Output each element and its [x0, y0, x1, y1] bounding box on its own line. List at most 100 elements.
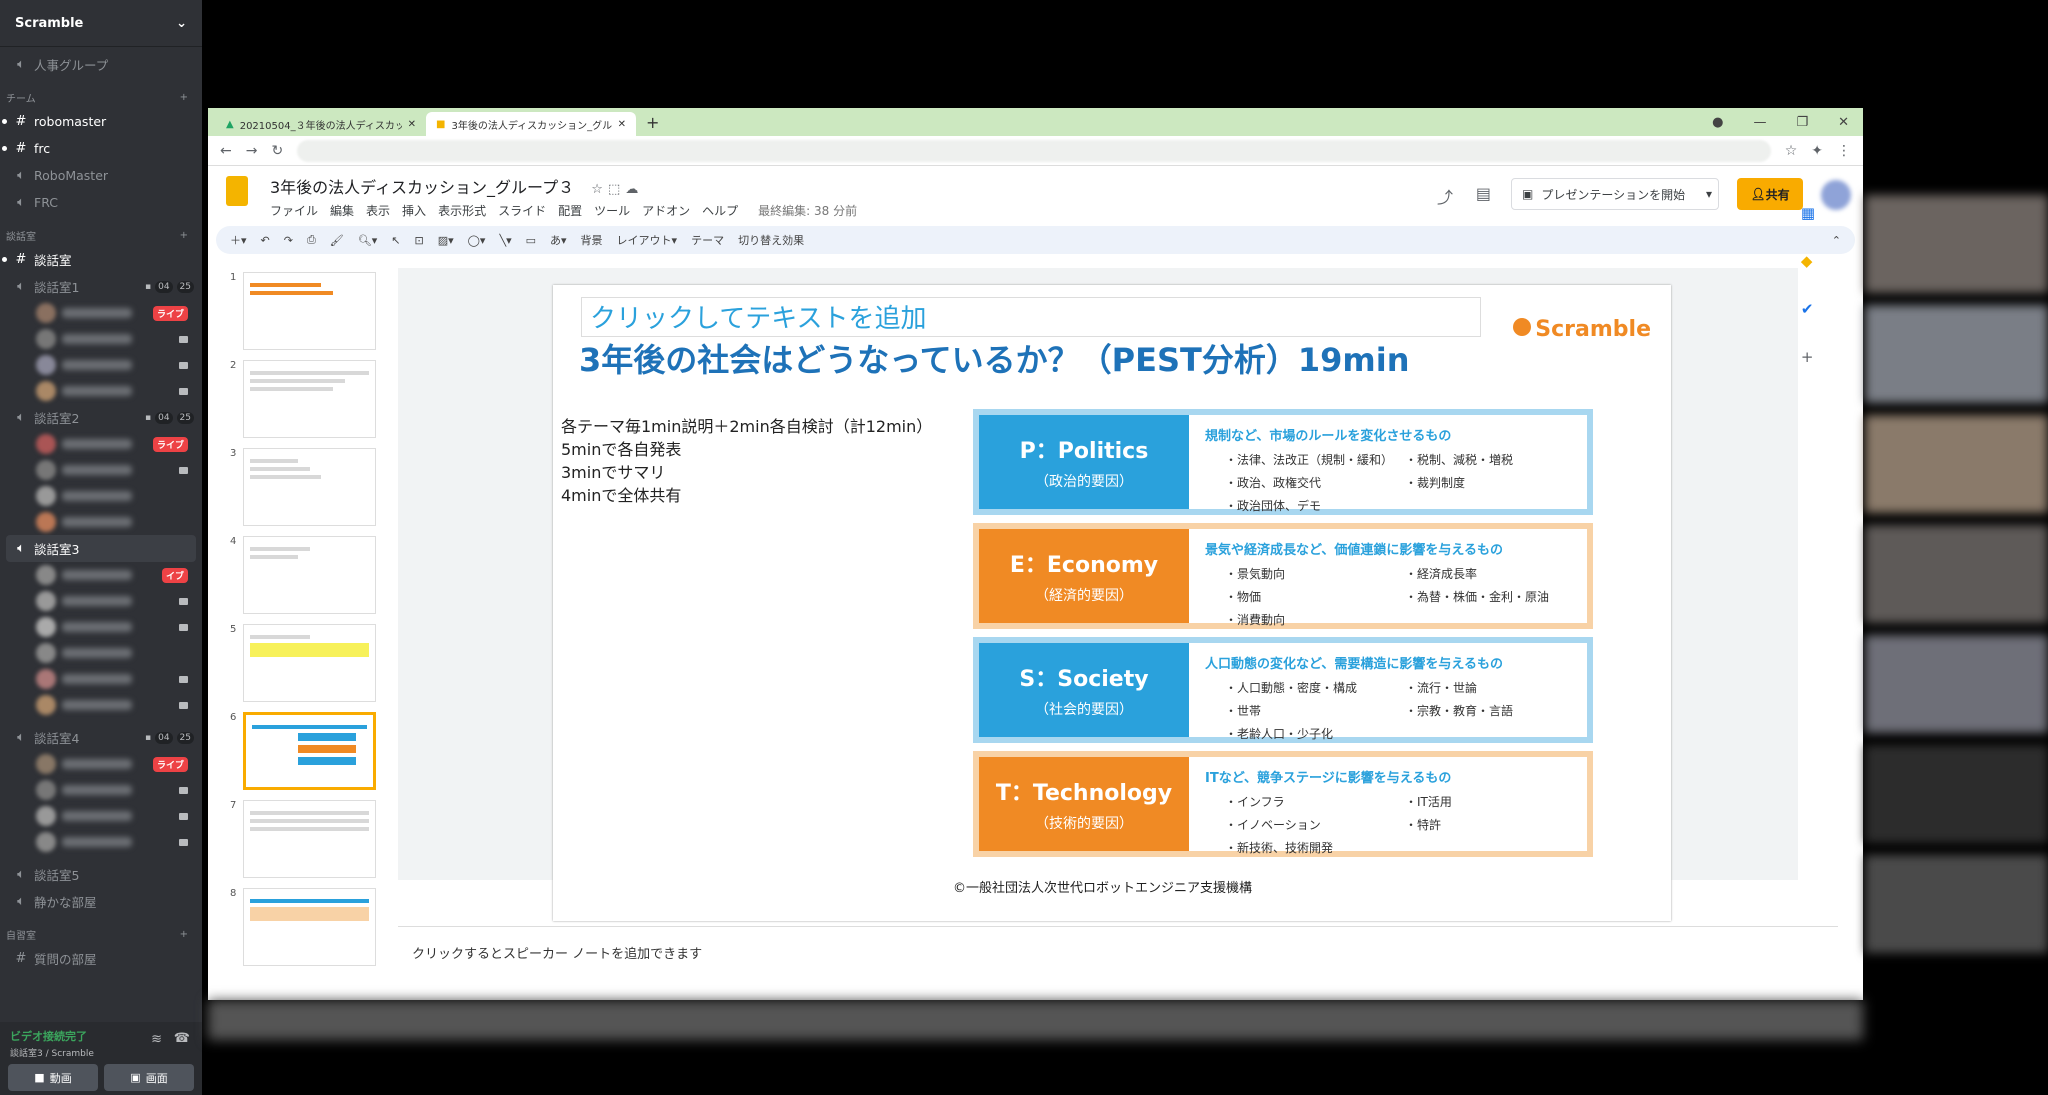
- category-team[interactable]: チーム +: [0, 86, 202, 108]
- voice-room-5[interactable]: 🔈︎ 談話室5: [0, 861, 202, 888]
- voice-user[interactable]: [0, 352, 202, 378]
- menu-edit[interactable]: 編集: [330, 202, 354, 219]
- paint-format-icon[interactable]: 🖌︎: [330, 234, 344, 247]
- menu-view[interactable]: 表示: [366, 202, 390, 219]
- undo-icon[interactable]: ↶: [261, 234, 270, 247]
- voice-user[interactable]: [0, 326, 202, 352]
- voice-user[interactable]: [0, 457, 202, 483]
- tab-drive[interactable]: ▲ 20210504_３年後の法人ディスカッ ✕: [216, 112, 426, 136]
- voice-user[interactable]: [0, 483, 202, 509]
- menu-icon[interactable]: ⋮: [1837, 143, 1851, 159]
- comment-add-icon[interactable]: ▭: [526, 234, 536, 247]
- channel-talk-text[interactable]: # 談話室: [0, 246, 202, 273]
- slide-thumbnail[interactable]: [243, 624, 376, 702]
- voice-user[interactable]: [0, 666, 202, 692]
- add-channel-icon[interactable]: +: [180, 230, 188, 241]
- video-tile[interactable]: [1865, 635, 2048, 733]
- voice-user[interactable]: [0, 640, 202, 666]
- video-tile[interactable]: [1865, 855, 2048, 953]
- doc-title[interactable]: 3年後の法人ディスカッション_グループ３ ☆ ⬚ ☁: [270, 174, 638, 198]
- back-icon[interactable]: ←: [220, 143, 232, 159]
- minimize-icon[interactable]: —: [1753, 115, 1766, 130]
- disconnect-icon[interactable]: ☎: [174, 1031, 190, 1046]
- chevron-down-icon[interactable]: ▾: [1706, 187, 1718, 201]
- add-addon-icon[interactable]: +: [1801, 348, 1815, 366]
- reload-icon[interactable]: ↻: [271, 143, 283, 159]
- voice-frc[interactable]: 🔈︎ FRC: [0, 189, 202, 216]
- input-tools-icon[interactable]: あ▾: [550, 232, 567, 248]
- menu-help[interactable]: ヘルプ: [702, 202, 738, 219]
- menu-format[interactable]: 表示形式: [438, 202, 486, 219]
- video-tile[interactable]: [1865, 525, 2048, 623]
- server-header[interactable]: Scramble ⌄: [0, 0, 202, 47]
- video-tile[interactable]: [1865, 415, 2048, 513]
- voice-user[interactable]: [0, 378, 202, 404]
- tab-slides[interactable]: ■ 3年後の法人ディスカッション_グルー ✕: [426, 112, 636, 136]
- category-talk[interactable]: 談話室 +: [0, 224, 202, 246]
- share-button[interactable]: 👤︎ 共有: [1737, 178, 1803, 210]
- menu-arrange[interactable]: 配置: [558, 202, 582, 219]
- theme-button[interactable]: テーマ: [691, 232, 724, 248]
- slide-thumbnail[interactable]: [243, 888, 376, 966]
- video-tile[interactable]: [1865, 745, 2048, 843]
- present-button[interactable]: ▣ プレゼンテーションを開始 ▾: [1511, 178, 1719, 210]
- slide-thumbnail-active[interactable]: [243, 712, 376, 790]
- image-icon[interactable]: ▨▾: [438, 234, 454, 247]
- video-button[interactable]: ■ 動画: [8, 1064, 98, 1091]
- video-tile[interactable]: [1865, 305, 2048, 403]
- textbox-icon[interactable]: ⊡: [414, 234, 423, 247]
- line-icon[interactable]: ╲▾: [499, 234, 511, 247]
- add-channel-icon[interactable]: +: [180, 929, 188, 940]
- chevron-down-icon[interactable]: ⌄: [176, 16, 187, 31]
- voice-robomaster[interactable]: 🔈︎ RoboMaster: [0, 162, 202, 189]
- menu-tools[interactable]: ツール: [594, 202, 630, 219]
- star-icon[interactable]: ☆: [1785, 143, 1798, 159]
- close-window-icon[interactable]: ✕: [1838, 115, 1849, 130]
- video-tile[interactable]: [1865, 195, 2048, 293]
- menu-insert[interactable]: 挿入: [402, 202, 426, 219]
- voice-quiet-room[interactable]: 🔈︎ 静かな部屋: [0, 888, 202, 915]
- voice-room-4[interactable]: 🔈︎ 談話室4 ▪ 04 25: [0, 724, 202, 751]
- menu-file[interactable]: ファイル: [270, 202, 318, 219]
- star-icon[interactable]: ☆: [591, 182, 603, 197]
- voice-user[interactable]: [0, 829, 202, 855]
- select-icon[interactable]: ↖: [391, 234, 400, 247]
- menu-addons[interactable]: アドオン: [642, 202, 690, 219]
- voice-user[interactable]: [0, 509, 202, 535]
- close-icon[interactable]: ✕: [408, 119, 416, 130]
- voice-location[interactable]: 談話室3 / Scramble: [10, 1046, 192, 1059]
- voice-user[interactable]: [0, 614, 202, 640]
- slide-thumbnail[interactable]: [243, 272, 376, 350]
- channel-frc[interactable]: # frc: [0, 135, 202, 162]
- voice-user[interactable]: [0, 588, 202, 614]
- channel-questions[interactable]: # 質問の部屋: [0, 945, 202, 972]
- zoom-icon[interactable]: 🔍︎▾: [358, 234, 378, 247]
- noise-icon[interactable]: ≋: [151, 1032, 162, 1047]
- slide-thumbnail[interactable]: [243, 536, 376, 614]
- channel-robomaster[interactable]: # robomaster: [0, 108, 202, 135]
- last-edit-link[interactable]: 最終編集: 38 分前: [758, 202, 857, 219]
- screen-share-button[interactable]: ▣ 画面: [104, 1064, 194, 1091]
- maximize-icon[interactable]: ❐: [1796, 115, 1808, 130]
- transition-button[interactable]: 切り替え効果: [738, 232, 804, 248]
- collapse-icon[interactable]: ⌃: [1832, 234, 1841, 247]
- redo-icon[interactable]: ↷: [284, 234, 293, 247]
- close-icon[interactable]: ✕: [618, 119, 626, 130]
- voice-user[interactable]: ライブ: [0, 751, 202, 777]
- forward-icon[interactable]: →: [246, 143, 258, 159]
- channel-hr-group[interactable]: 🔈︎ 人事グループ: [0, 51, 202, 78]
- move-icon[interactable]: ⬚: [608, 182, 620, 197]
- activity-icon[interactable]: ⤴: [1437, 184, 1453, 208]
- new-tab-button[interactable]: +: [636, 113, 669, 136]
- speaker-notes[interactable]: クリックするとスピーカー ノートを追加できます: [398, 926, 1838, 1000]
- menu-slide[interactable]: スライド: [498, 202, 546, 219]
- voice-room-1[interactable]: 🔈︎ 談話室1 ▪ 04 25: [0, 273, 202, 300]
- layout-button[interactable]: レイアウト▾: [617, 232, 678, 248]
- voice-room-2[interactable]: 🔈︎ 談話室2 ▪ 04 25: [0, 404, 202, 431]
- category-self-study[interactable]: 自習室 +: [0, 923, 202, 945]
- comment-icon[interactable]: ▤: [1476, 184, 1491, 203]
- add-channel-icon[interactable]: +: [180, 92, 188, 103]
- voice-user[interactable]: ライブ: [0, 300, 202, 326]
- slides-logo[interactable]: [226, 176, 248, 206]
- account-avatar[interactable]: [1821, 180, 1851, 210]
